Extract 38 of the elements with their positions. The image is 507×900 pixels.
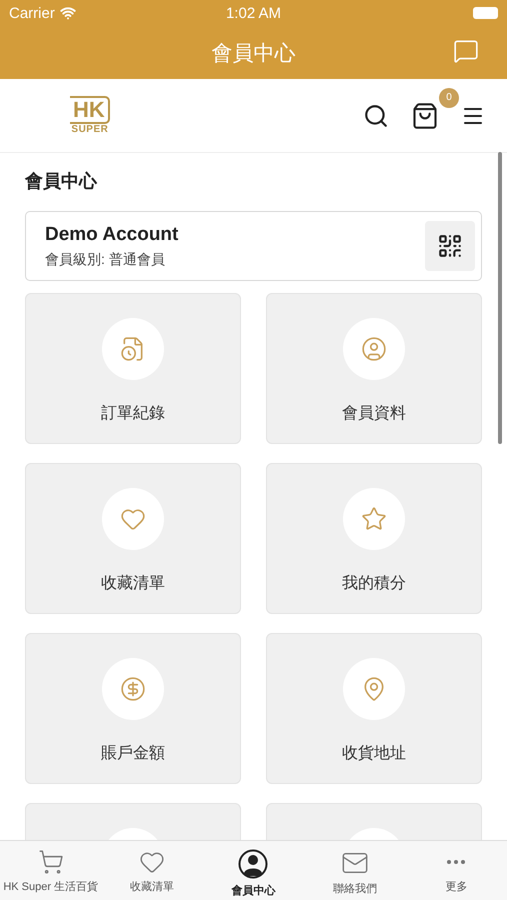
- tile-label: 收藏清單: [101, 574, 165, 594]
- section-title: 會員中心: [25, 170, 98, 193]
- cart-icon: [38, 849, 64, 875]
- wifi-icon: [60, 5, 76, 21]
- tab-bar-item[interactable]: 聯絡我們: [304, 841, 406, 900]
- logo-mark: HK: [70, 96, 110, 124]
- dollar-icon: [120, 676, 146, 702]
- member-level: 會員級別: 普通會員: [45, 250, 166, 268]
- search-button[interactable]: [363, 102, 389, 128]
- more-icon: [446, 859, 466, 865]
- menu-tile[interactable]: 會員資料: [266, 293, 482, 444]
- status-time: 1:02 AM: [226, 4, 282, 22]
- menu-tile[interactable]: 收貨地址: [266, 633, 482, 784]
- menu-tile[interactable]: 訂單紀錄: [25, 293, 241, 444]
- tile-label: 訂單紀錄: [101, 404, 165, 424]
- tile-label: 賬戶金額: [101, 744, 165, 764]
- menu-tile[interactable]: 收藏清單: [25, 463, 241, 614]
- tile-label: 會員資料: [342, 404, 406, 424]
- user-icon: [238, 849, 268, 879]
- user-icon: [361, 336, 387, 362]
- star-icon: [361, 506, 387, 532]
- page-title: 會員中心: [212, 40, 296, 66]
- tab-bar-item[interactable]: 會員中心: [202, 841, 304, 900]
- cart-button[interactable]: [411, 102, 439, 130]
- cart-count-badge: 0: [439, 88, 459, 108]
- tab-bar-item[interactable]: 收藏清單: [101, 841, 203, 900]
- battery-icon: [473, 7, 498, 19]
- logo-text: SUPER: [71, 124, 108, 135]
- account-name: Demo Account: [45, 224, 180, 246]
- menu-tile[interactable]: 賬戶金額: [25, 633, 241, 784]
- qr-code-icon: [437, 233, 463, 259]
- tab-bar-item[interactable]: HK Super 生活百貨: [0, 841, 102, 900]
- tab-bar-item[interactable]: 更多: [406, 841, 507, 900]
- carrier-label: Carrier: [9, 4, 55, 22]
- tile-label: 我的積分: [342, 574, 406, 594]
- tile-label: 收貨地址: [342, 744, 406, 764]
- qr-code-button[interactable]: [425, 221, 475, 271]
- menu-tile[interactable]: 我的積分: [266, 463, 482, 614]
